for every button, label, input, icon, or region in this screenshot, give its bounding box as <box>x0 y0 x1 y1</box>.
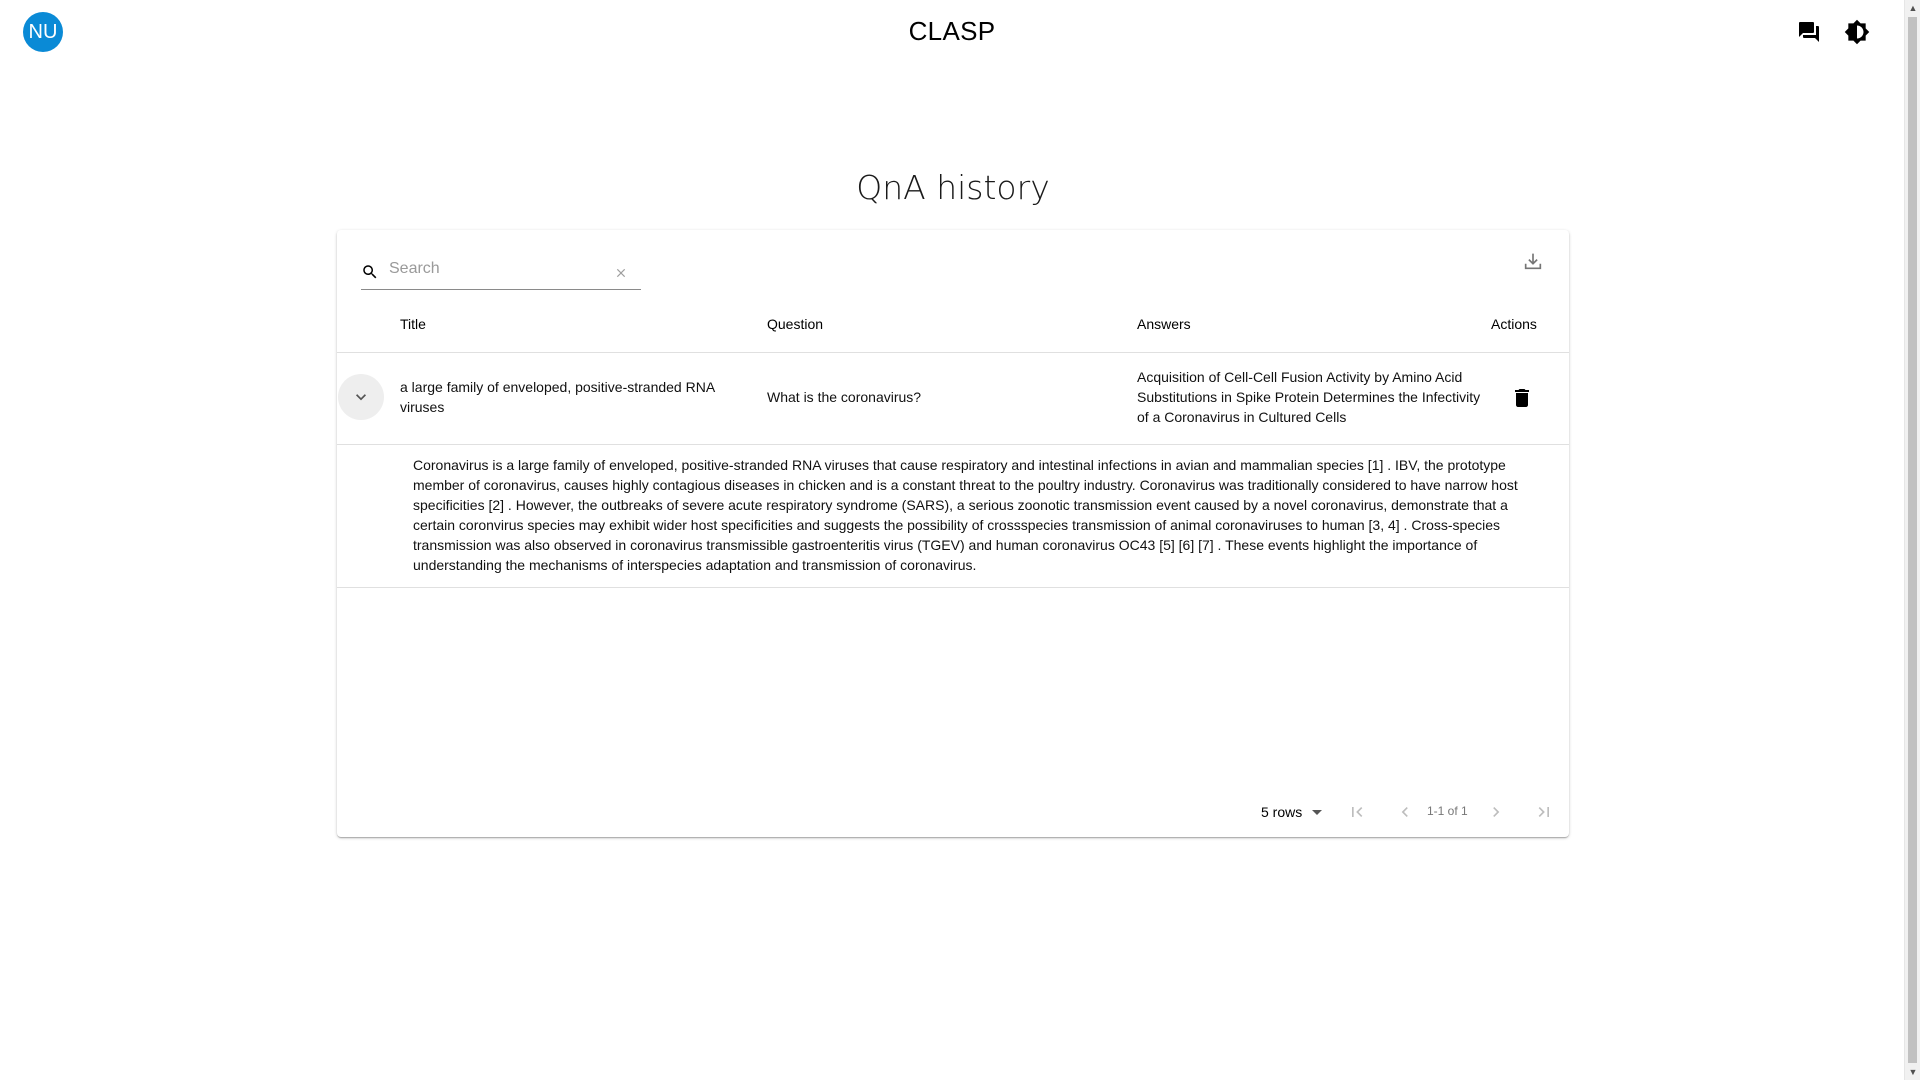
chevron-left-icon <box>1401 807 1408 817</box>
row-answer: Acquisition of Cell-Cell Fusion Activity… <box>1137 369 1481 425</box>
previous-page-button[interactable] <box>1391 798 1419 826</box>
expand-row-button[interactable] <box>338 374 384 420</box>
last-page-button[interactable] <box>1530 798 1558 826</box>
avatar[interactable]: NU <box>23 12 63 52</box>
chat-button[interactable] <box>1791 14 1827 50</box>
clear-search-icon[interactable] <box>614 266 628 280</box>
chat-icon <box>1799 22 1819 42</box>
scroll-down-arrow-icon[interactable]: ▼ <box>1905 1064 1920 1080</box>
search-input[interactable] <box>387 256 606 282</box>
pagination-range: 1-1 of 1 <box>1427 804 1468 818</box>
rows-per-page-value: 5 rows <box>1261 804 1303 820</box>
app-title: CLASP <box>908 16 996 46</box>
column-header-actions: Actions <box>1491 316 1537 332</box>
column-header-question[interactable]: Question <box>767 316 823 332</box>
first-page-button[interactable] <box>1343 798 1371 826</box>
chevron-down-icon <box>356 394 366 401</box>
rows-per-page-select[interactable]: 5 rows <box>1261 800 1323 824</box>
row-detail-text: Coronavirus is a large family of envelop… <box>413 457 1518 573</box>
scrollbar-thumb[interactable] <box>1908 17 1917 1063</box>
qna-history-table: Title Question Answers Actions a large f… <box>337 230 1569 837</box>
scroll-up-arrow-icon[interactable]: ▲ <box>1905 0 1920 16</box>
search-icon <box>363 265 377 279</box>
row-question: What is the coronavirus? <box>767 389 922 405</box>
search-bar <box>361 246 641 290</box>
page-scrollbar[interactable]: ▲ ▼ <box>1904 0 1920 1080</box>
chevron-right-icon <box>1493 807 1500 817</box>
column-header-title[interactable]: Title <box>400 316 426 332</box>
delete-icon[interactable] <box>1510 386 1534 410</box>
last-page-icon <box>1538 807 1549 817</box>
app-bar: NU CLASP <box>0 0 1904 64</box>
first-page-icon <box>1352 807 1363 817</box>
detail-divider <box>337 587 1569 588</box>
theme-toggle-button[interactable] <box>1839 14 1875 50</box>
brightness-icon <box>1844 19 1870 45</box>
download-icon[interactable] <box>1522 250 1544 272</box>
next-page-button[interactable] <box>1482 798 1510 826</box>
page-title: QnA history <box>856 168 1050 207</box>
row-title: a large family of enveloped, positive-st… <box>400 379 715 415</box>
header-divider <box>337 352 1569 353</box>
dropdown-arrow-icon <box>1312 809 1323 815</box>
column-header-answers[interactable]: Answers <box>1137 316 1191 332</box>
row-divider <box>337 444 1569 445</box>
